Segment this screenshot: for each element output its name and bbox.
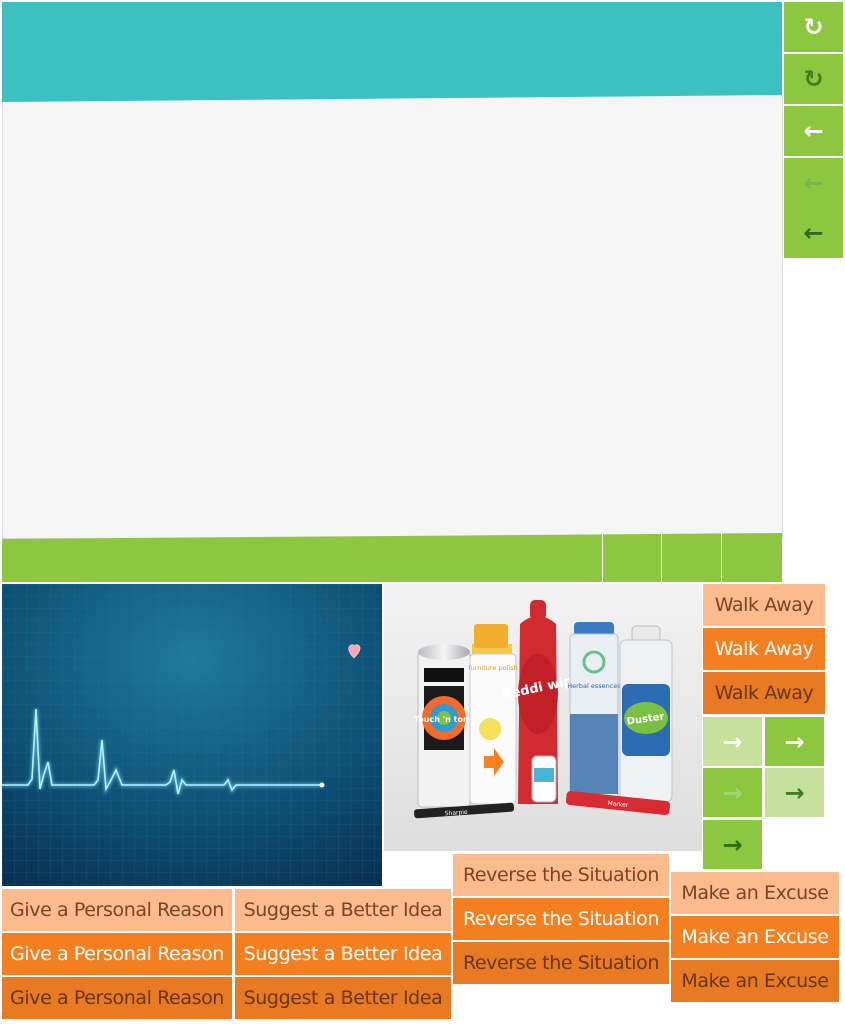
excuse-tile-3[interactable]: Make an Excuse <box>671 960 839 1002</box>
personal-reason-tile-3[interactable]: Give a Personal Reason <box>2 977 232 1019</box>
personal-reason-tile-1[interactable]: Give a Personal Reason <box>2 889 232 931</box>
svg-text:furniture polish: furniture polish <box>468 664 517 672</box>
footer-slot-2[interactable] <box>661 533 720 582</box>
walk-away-tile-1[interactable]: Walk Away <box>703 584 825 626</box>
back-button-dark[interactable]: ← <box>784 208 843 258</box>
header-banner <box>2 2 782 102</box>
reverse-tile-3[interactable]: Reverse the Situation <box>453 942 669 984</box>
content-canvas[interactable] <box>2 95 783 539</box>
redo-icon: ↻ <box>803 13 824 41</box>
personal-reason-tile-2[interactable]: Give a Personal Reason <box>2 933 232 975</box>
arrow-right-icon: → <box>722 830 743 859</box>
next-tile-4[interactable]: → <box>765 768 824 817</box>
redo-icon: ↻ <box>803 65 824 93</box>
footer-slot-3[interactable] <box>721 533 780 582</box>
footer-slot-1[interactable] <box>602 533 661 582</box>
better-idea-tile-2[interactable]: Suggest a Better Idea <box>235 933 451 975</box>
arrow-right-icon: → <box>722 778 743 807</box>
reverse-tile-1[interactable]: Reverse the Situation <box>453 854 669 896</box>
next-tile-5[interactable]: → <box>703 820 762 869</box>
next-tile-3[interactable]: → <box>703 768 762 817</box>
furniture-polish-can: furniture polish <box>468 624 518 805</box>
arrow-right-icon: → <box>722 727 743 756</box>
arrow-right-icon: → <box>784 778 805 807</box>
next-tile-2[interactable]: → <box>765 717 824 766</box>
arrow-left-icon: ← <box>803 169 824 197</box>
walk-away-tile-3[interactable]: Walk Away <box>703 672 825 714</box>
arrow-left-icon: ← <box>803 117 824 145</box>
reset-button[interactable]: ↻ <box>784 2 843 52</box>
back-button-disabled[interactable]: ← <box>784 158 843 208</box>
next-tile-1[interactable]: → <box>703 717 762 766</box>
better-idea-tile-1[interactable]: Suggest a Better Idea <box>235 889 451 931</box>
better-idea-tile-3[interactable]: Suggest a Better Idea <box>235 977 451 1019</box>
reset-button-alt[interactable]: ↻ <box>784 54 843 104</box>
spray-paint-can: Touch 'n tone <box>414 644 475 808</box>
heartbeat-image[interactable] <box>2 584 382 886</box>
svg-text:Touch 'n tone: Touch 'n tone <box>414 715 475 724</box>
reverse-tile-2[interactable]: Reverse the Situation <box>453 898 669 940</box>
herbal-essences-can: Herbal essences <box>567 622 621 803</box>
arrow-right-icon: → <box>784 727 805 756</box>
back-button[interactable]: ← <box>784 106 843 156</box>
excuse-tile-1[interactable]: Make an Excuse <box>671 872 839 914</box>
walk-away-tile-2[interactable]: Walk Away <box>703 628 825 670</box>
duster-can: Duster <box>619 625 673 803</box>
excuse-tile-2[interactable]: Make an Excuse <box>671 916 839 958</box>
arrow-left-icon: ← <box>803 219 824 247</box>
svg-text:Herbal essences: Herbal essences <box>567 682 621 690</box>
household-products-image[interactable]: Touch 'n tone furniture polish Reddi wip… <box>384 584 702 851</box>
